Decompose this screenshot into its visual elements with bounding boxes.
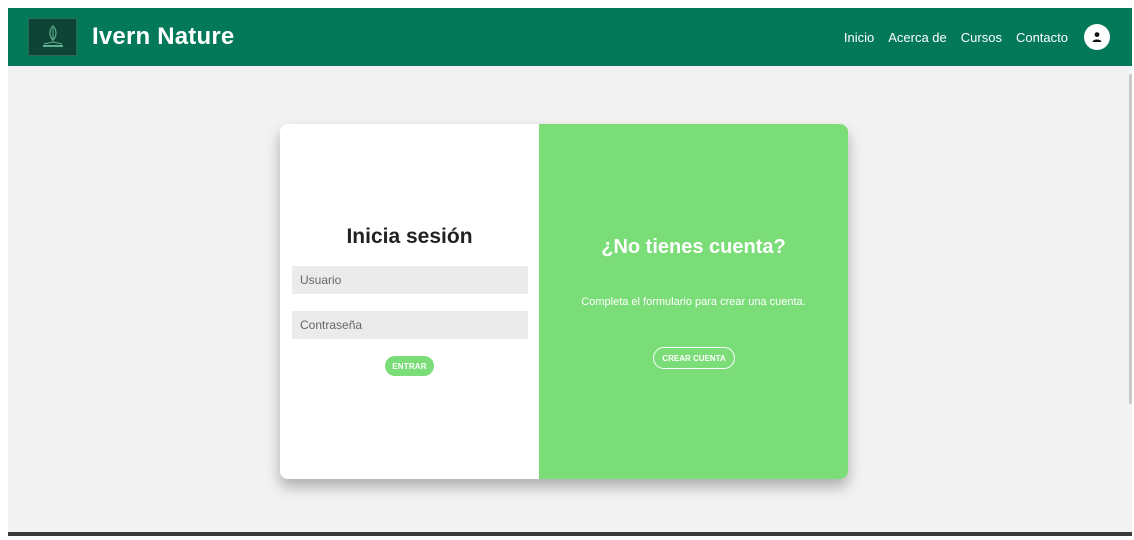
top-navbar: Ivern Nature Inicio Acerca de Cursos Con…	[8, 8, 1132, 66]
nav-link-acerca-de[interactable]: Acerca de	[888, 30, 947, 45]
brand-name[interactable]: Ivern Nature	[92, 23, 234, 51]
user-icon	[1092, 32, 1102, 42]
signup-title: ¿No tienes cuenta?	[601, 236, 786, 258]
username-input[interactable]	[292, 266, 528, 294]
nav-link-inicio[interactable]: Inicio	[844, 30, 874, 45]
bottom-edge	[8, 532, 1132, 536]
leaf-icon	[42, 25, 63, 47]
nav-link-contacto[interactable]: Contacto	[1016, 30, 1068, 45]
password-input[interactable]	[292, 311, 528, 339]
login-title: Inicia sesión	[346, 225, 473, 248]
create-account-button[interactable]: CREAR CUENTA	[653, 347, 735, 369]
page: Ivern Nature Inicio Acerca de Cursos Con…	[8, 8, 1132, 536]
main-nav: Inicio Acerca de Cursos Contacto	[830, 8, 1068, 66]
signup-description: Completa el formulario para crear una cu…	[581, 296, 806, 308]
nav-link-cursos[interactable]: Cursos	[961, 30, 1002, 45]
user-account-button[interactable]	[1084, 24, 1110, 50]
login-panel: Inicia sesión ENTRAR	[280, 124, 539, 479]
leaf-book-logo[interactable]	[28, 18, 77, 56]
signup-panel: ¿No tienes cuenta? Completa el formulari…	[539, 124, 848, 479]
login-button[interactable]: ENTRAR	[385, 356, 434, 376]
auth-card: Inicia sesión ENTRAR ¿No tienes cuenta? …	[280, 124, 848, 479]
page-scrollbar[interactable]	[1129, 74, 1132, 404]
